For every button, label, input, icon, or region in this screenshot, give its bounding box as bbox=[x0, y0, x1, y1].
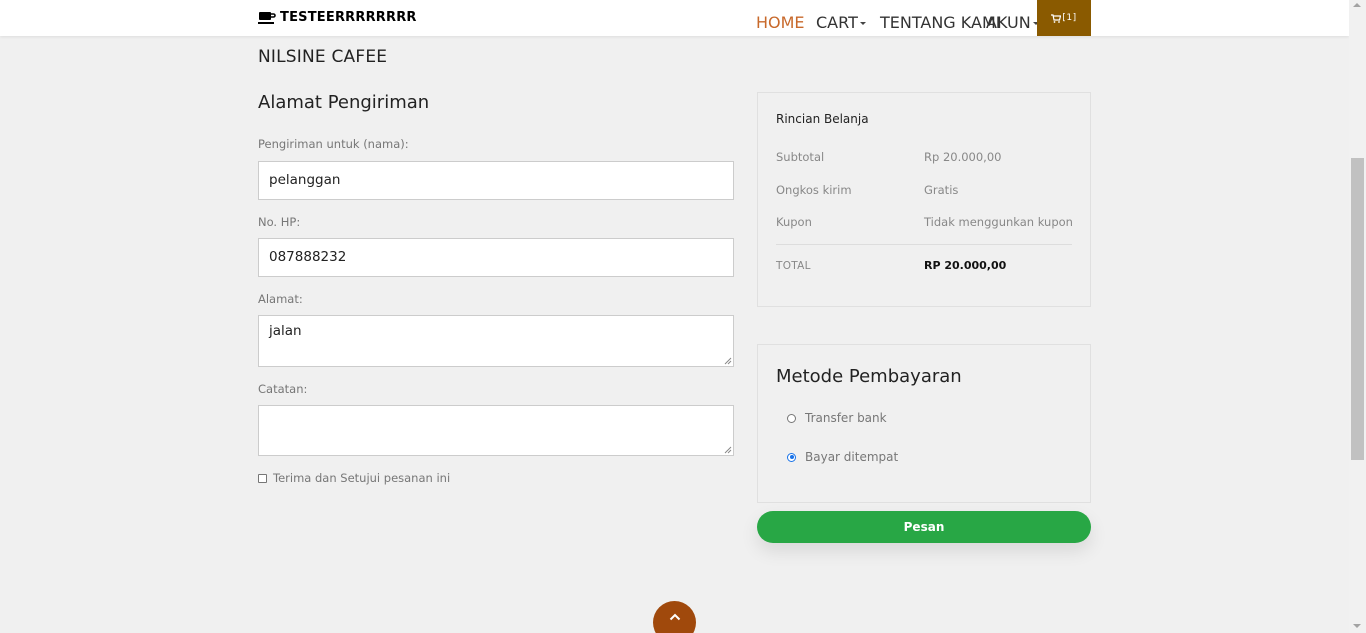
transfer-bank-label: Transfer bank bbox=[805, 411, 887, 425]
nav-tentang-kami-label: TENTANG KAMI bbox=[880, 13, 1001, 32]
address-value: jalan bbox=[269, 323, 302, 339]
back-to-top-button[interactable] bbox=[653, 601, 696, 633]
brand-logo[interactable]: TESTEERRRRRRRR bbox=[258, 10, 417, 25]
transfer-bank-radio[interactable] bbox=[787, 413, 796, 423]
scroll-down-arrow-icon[interactable] bbox=[1353, 624, 1361, 628]
cart-count: [1] bbox=[1062, 13, 1077, 23]
resize-handle-icon[interactable] bbox=[724, 446, 732, 454]
coupon-label: Kupon bbox=[776, 215, 812, 229]
address-textarea[interactable]: jalan bbox=[258, 315, 734, 367]
bayar-ditempat-radio[interactable] bbox=[787, 452, 796, 462]
chevron-up-icon bbox=[669, 613, 680, 621]
name-label: Pengiriman untuk (nama): bbox=[258, 137, 409, 151]
order-button[interactable]: Pesan bbox=[757, 511, 1091, 543]
agree-checkbox-row[interactable]: Terima dan Setujui pesanan ini bbox=[258, 471, 450, 485]
shopping-cart-icon bbox=[1051, 13, 1062, 23]
nav-akun-dropdown[interactable]: AKUN bbox=[986, 13, 1039, 32]
subtotal-label: Subtotal bbox=[776, 150, 825, 164]
payment-option-transfer[interactable]: Transfer bank bbox=[787, 411, 887, 425]
shipping-cost-label: Ongkos kirim bbox=[776, 183, 852, 197]
payment-method-heading: Metode Pembayaran bbox=[776, 366, 962, 387]
cart-button[interactable]: [1] bbox=[1037, 0, 1091, 36]
order-button-label: Pesan bbox=[903, 520, 945, 534]
notes-textarea[interactable] bbox=[258, 405, 734, 456]
total-label: TOTAL bbox=[776, 260, 811, 272]
bayar-ditempat-label: Bayar ditempat bbox=[805, 450, 899, 464]
brand-name: TESTEERRRRRRRR bbox=[280, 10, 417, 25]
chevron-down-icon bbox=[859, 22, 866, 25]
nav-cart-label: CART bbox=[816, 13, 858, 32]
total-value: RP 20.000,00 bbox=[924, 259, 1007, 272]
navbar: TESTEERRRRRRRR HOME CART TENTANG KAMI AK… bbox=[0, 0, 1349, 36]
shipping-address-heading: Alamat Pengiriman bbox=[258, 92, 430, 113]
name-field[interactable]: pelanggan bbox=[258, 161, 734, 200]
nav-home-label: HOME bbox=[756, 13, 805, 32]
phone-label: No. HP: bbox=[258, 215, 301, 229]
scroll-up-arrow-icon[interactable] bbox=[1353, 3, 1361, 7]
nav-home[interactable]: HOME bbox=[756, 13, 805, 32]
agree-label: Terima dan Setujui pesanan ini bbox=[273, 471, 451, 485]
phone-field[interactable]: 087888232 bbox=[258, 238, 734, 277]
nav-tentang-kami[interactable]: TENTANG KAMI bbox=[880, 13, 1000, 32]
subtotal-value: Rp 20.000,00 bbox=[924, 150, 1002, 164]
notes-label: Catatan: bbox=[258, 382, 308, 396]
shop-name: NILSINE CAFEE bbox=[258, 47, 388, 67]
summary-divider bbox=[776, 244, 1072, 245]
nav-cart-dropdown[interactable]: CART bbox=[816, 13, 866, 32]
coffee-cup-icon bbox=[258, 11, 276, 24]
agree-checkbox[interactable] bbox=[258, 473, 267, 483]
payment-option-cod[interactable]: Bayar ditempat bbox=[787, 450, 898, 464]
scrollbar-thumb[interactable] bbox=[1351, 158, 1364, 460]
address-label: Alamat: bbox=[258, 292, 303, 306]
resize-handle-icon[interactable] bbox=[724, 357, 732, 365]
coupon-value: Tidak menggunkan kupon bbox=[924, 215, 1073, 229]
order-summary-title: Rincian Belanja bbox=[776, 112, 869, 126]
shipping-cost-value: Gratis bbox=[924, 183, 959, 197]
nav-akun-label: AKUN bbox=[986, 13, 1031, 32]
